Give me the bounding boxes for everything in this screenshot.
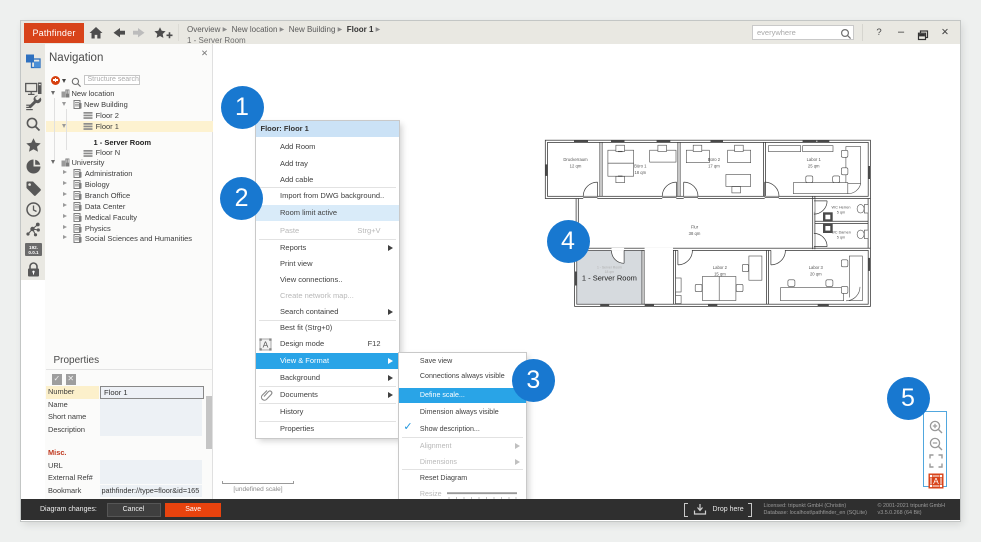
svg-text:1 - Server Room: 1 - Server Room xyxy=(582,274,637,283)
svg-text:Labor 3: Labor 3 xyxy=(809,265,824,270)
svg-text:Flur: Flur xyxy=(691,225,699,230)
svg-text:Labor 1: Labor 1 xyxy=(807,157,822,162)
svg-text:18 qm: 18 qm xyxy=(634,170,646,175)
svg-text:25 qm: 25 qm xyxy=(808,164,820,169)
svg-text:Büro 1: Büro 1 xyxy=(634,164,647,169)
svg-text:Druckerraum: Druckerraum xyxy=(563,157,588,162)
svg-text:15 qm: 15 qm xyxy=(714,272,726,277)
svg-text:WC Herren: WC Herren xyxy=(832,205,851,209)
svg-text:20 qm: 20 qm xyxy=(810,272,822,277)
svg-text:Labor 2: Labor 2 xyxy=(713,265,728,270)
svg-text:1 - Server Room: 1 - Server Room xyxy=(597,266,622,270)
svg-text:A: A xyxy=(263,340,269,350)
svg-text:5 qm: 5 qm xyxy=(837,235,845,239)
svg-text:Büro 2: Büro 2 xyxy=(708,157,721,162)
svg-text:38 qm: 38 qm xyxy=(689,231,701,236)
svg-text:17 qm: 17 qm xyxy=(708,164,720,169)
svg-text:A: A xyxy=(933,477,939,487)
svg-text:WC Damen: WC Damen xyxy=(831,230,851,234)
svg-text:5 qm: 5 qm xyxy=(837,210,845,214)
svg-text:12 qm: 12 qm xyxy=(570,164,582,169)
